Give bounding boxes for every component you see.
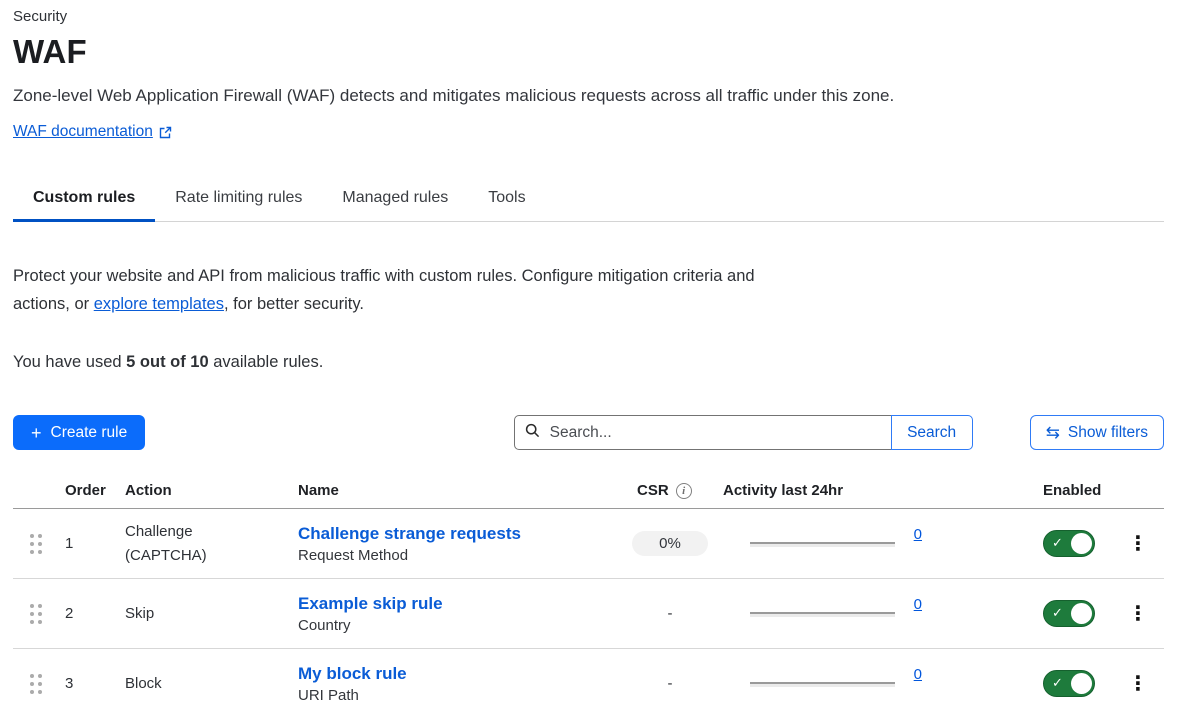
- check-icon: ✓: [1052, 605, 1063, 621]
- table-row: 2 Skip Example skip rule Country - 0 ✓ ⋮: [13, 579, 1164, 649]
- csr-value: 0%: [632, 531, 708, 556]
- waf-documentation-link[interactable]: WAF documentation: [13, 123, 153, 141]
- enabled-toggle[interactable]: ✓: [1043, 530, 1095, 557]
- enabled-toggle[interactable]: ✓: [1043, 600, 1095, 627]
- drag-handle-icon[interactable]: [30, 604, 42, 624]
- page-description: Zone-level Web Application Firewall (WAF…: [13, 86, 1164, 106]
- header-activity: Activity last 24hr: [715, 482, 930, 499]
- rule-name-link[interactable]: Challenge strange requests: [298, 524, 625, 544]
- activity-sparkline: [750, 682, 895, 687]
- tab-custom-rules[interactable]: Custom rules: [13, 175, 155, 222]
- external-link-icon: [159, 126, 172, 139]
- search-button[interactable]: Search: [891, 415, 973, 450]
- header-order: Order: [52, 482, 112, 499]
- search-combo: Search: [514, 415, 973, 450]
- kebab-menu-icon[interactable]: ⋮: [1120, 529, 1156, 558]
- toggle-knob: [1071, 533, 1092, 554]
- toggle-knob: [1071, 603, 1092, 624]
- drag-handle-icon[interactable]: [30, 534, 42, 554]
- check-icon: ✓: [1052, 675, 1063, 691]
- search-input[interactable]: [548, 423, 881, 443]
- table-row: 3 Block My block rule URI Path - 0 ✓ ⋮: [13, 649, 1164, 707]
- rule-name-link[interactable]: Example skip rule: [298, 594, 625, 614]
- activity-count-link[interactable]: 0: [914, 526, 922, 543]
- custom-rules-intro: Protect your website and API from malici…: [13, 263, 758, 318]
- create-rule-button[interactable]: + Create rule: [13, 415, 145, 450]
- show-filters-label: Show filters: [1068, 424, 1148, 442]
- rule-action: Block: [112, 672, 285, 696]
- check-icon: ✓: [1052, 535, 1063, 551]
- page-title: WAF: [13, 33, 1164, 71]
- header-action: Action: [112, 482, 285, 499]
- rule-order: 2: [52, 605, 112, 622]
- intro-text-after: , for better security.: [224, 295, 364, 313]
- activity-cell: 0: [715, 596, 930, 632]
- activity-cell: 0: [715, 666, 930, 702]
- rules-table-header: Order Action Name CSR i Activity last 24…: [13, 476, 1164, 509]
- waf-page: Security WAF Zone-level Web Application …: [0, 0, 1177, 707]
- activity-sparkline: [750, 542, 895, 547]
- waf-tabs: Custom rules Rate limiting rules Managed…: [13, 175, 1164, 222]
- csr-value: -: [668, 605, 673, 622]
- show-filters-button[interactable]: ⇆ Show filters: [1030, 415, 1164, 450]
- table-row: 1 Challenge (CAPTCHA) Challenge strange …: [13, 509, 1164, 579]
- activity-cell: 0: [715, 526, 930, 562]
- enabled-toggle[interactable]: ✓: [1043, 670, 1095, 697]
- header-name: Name: [285, 482, 625, 499]
- header-enabled: Enabled: [1030, 482, 1112, 499]
- usage-prefix: You have used: [13, 353, 126, 371]
- kebab-menu-icon[interactable]: ⋮: [1120, 669, 1156, 698]
- rules-toolbar: + Create rule Search ⇆ Show filt: [13, 415, 1164, 450]
- activity-sparkline: [750, 612, 895, 617]
- usage-suffix: available rules.: [209, 353, 324, 371]
- usage-count: 5 out of 10: [126, 353, 209, 371]
- rule-order: 3: [52, 675, 112, 692]
- rule-action: Skip: [112, 602, 285, 626]
- kebab-menu-icon[interactable]: ⋮: [1120, 599, 1156, 628]
- info-icon[interactable]: i: [676, 483, 692, 499]
- swap-arrows-icon: ⇆: [1046, 424, 1060, 441]
- rule-match-field: Country: [298, 617, 625, 634]
- tab-rate-limiting-rules[interactable]: Rate limiting rules: [155, 175, 322, 222]
- search-icon: [525, 423, 540, 443]
- rules-usage-summary: You have used 5 out of 10 available rule…: [13, 353, 1164, 372]
- rule-action: Challenge (CAPTCHA): [112, 520, 285, 568]
- csr-value: -: [668, 675, 673, 692]
- tab-tools[interactable]: Tools: [468, 175, 545, 222]
- create-rule-label: Create rule: [51, 424, 128, 442]
- rule-name-link[interactable]: My block rule: [298, 664, 625, 684]
- search-box: [514, 415, 892, 450]
- table-body: 1 Challenge (CAPTCHA) Challenge strange …: [13, 509, 1164, 707]
- rule-match-field: Request Method: [298, 547, 625, 564]
- rule-order: 1: [52, 535, 112, 552]
- rule-match-field: URI Path: [298, 687, 625, 704]
- tab-managed-rules[interactable]: Managed rules: [322, 175, 468, 222]
- csr-label: CSR: [637, 482, 669, 499]
- toggle-knob: [1071, 673, 1092, 694]
- breadcrumb-section: Security: [13, 8, 1164, 25]
- activity-count-link[interactable]: 0: [914, 666, 922, 683]
- activity-count-link[interactable]: 0: [914, 596, 922, 613]
- plus-icon: +: [31, 424, 42, 442]
- explore-templates-link[interactable]: explore templates: [94, 295, 224, 313]
- header-csr: CSR i: [625, 482, 715, 499]
- drag-handle-icon[interactable]: [30, 674, 42, 694]
